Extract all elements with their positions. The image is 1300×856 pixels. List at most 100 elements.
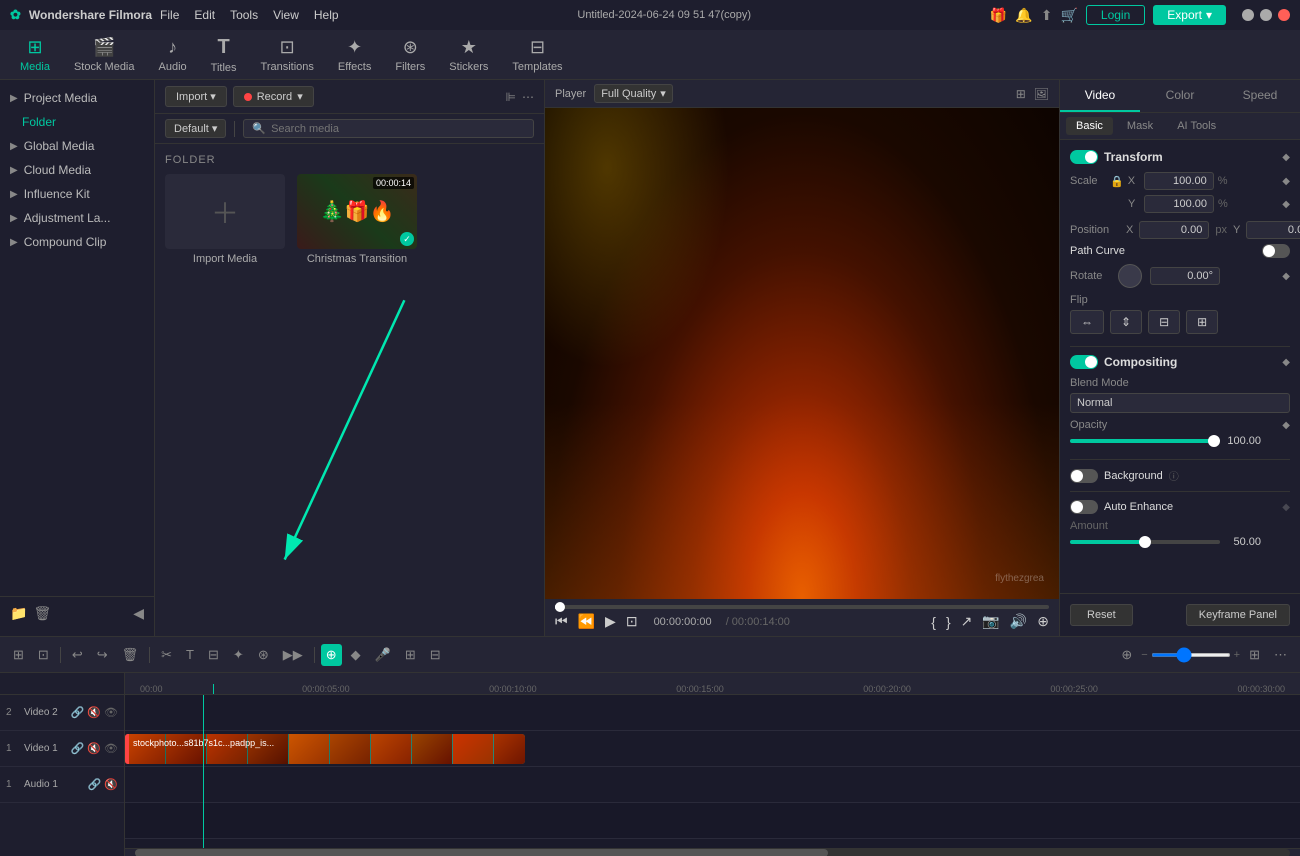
sidebar-item-folder[interactable]: Folder [0,110,154,134]
timeline-text-button[interactable]: T [181,644,199,665]
sidebar-item-global-media[interactable]: ▶ Global Media [0,134,154,158]
sidebar-item-project-media[interactable]: ▶ Project Media [0,86,154,110]
flip-horizontal-button[interactable]: ⇔ [1070,310,1104,334]
transform-toggle[interactable] [1070,150,1098,164]
extract-button[interactable]: ↗ [961,613,973,630]
menu-help[interactable]: Help [314,8,339,22]
timeline-scene-button[interactable]: ⊡ [33,644,54,666]
maximize-button[interactable] [1260,9,1272,21]
track-mute-icon[interactable]: 🔇 [87,706,101,719]
timeline-marker-button[interactable]: ◆ [346,644,366,666]
import-media-box[interactable]: ＋ [165,174,285,249]
rotate-input[interactable] [1150,267,1220,285]
rotate-keyframe-icon[interactable]: ◆ [1282,271,1290,282]
sidebar-item-adjustment[interactable]: ▶ Adjustment La... [0,206,154,230]
share-icon[interactable]: ⬆ [1041,7,1053,24]
menu-view[interactable]: View [273,8,299,22]
mark-in-button[interactable]: { [931,614,936,630]
gift-icon[interactable]: 🎁 [990,7,1007,24]
timeline-snap-button[interactable]: ⊕ [321,644,342,666]
rotate-dial[interactable] [1118,264,1142,288]
amount-slider[interactable] [1070,540,1220,544]
lock-scale-icon[interactable]: 🔒 [1110,175,1124,188]
sidebar-item-influence-kit[interactable]: ▶ Influence Kit [0,182,154,206]
mark-out-button[interactable]: } [946,614,951,630]
track-link-icon[interactable]: 🔗 [71,706,85,719]
bell-icon[interactable]: 🔔 [1015,7,1032,24]
quality-dropdown[interactable]: Full Quality ▾ [594,84,673,103]
timeline-undo-button[interactable]: ↩ [67,644,88,666]
track-mute3-icon[interactable]: 🔇 [104,778,118,791]
timeline-more-button[interactable]: ▶▶ [278,644,308,666]
add-folder-icon[interactable]: 📁 [10,605,27,622]
import-media-item[interactable]: ＋ Import Media [165,174,285,265]
playhead[interactable] [203,695,204,848]
position-y-input[interactable] [1246,221,1300,239]
screenshot-button[interactable]: 📷 [982,613,999,630]
subtab-basic[interactable]: Basic [1066,117,1113,135]
christmas-transition-item[interactable]: 🎄🎁🔥 00:00:14 ✓ Christmas Transition [297,174,417,265]
timeline-grid-button[interactable]: ⊞ [1244,644,1265,666]
toolbar-effects[interactable]: ✦ Effects [328,33,381,77]
minimize-button[interactable] [1242,9,1254,21]
compositing-keyframe-icon[interactable]: ◆ [1282,357,1290,368]
play-button[interactable]: ▶ [605,613,616,630]
timeline-effect-button[interactable]: ✦ [228,644,249,666]
collapse-panel-icon[interactable]: ◀ [133,605,144,622]
auto-enhance-toggle[interactable] [1070,500,1098,514]
subtab-ai-tools[interactable]: AI Tools [1167,117,1226,135]
timeline-crop-button[interactable]: ⊟ [203,644,224,666]
store-icon[interactable]: 🛒 [1060,7,1077,24]
position-x-input[interactable] [1139,221,1209,239]
auto-enhance-keyframe-icon[interactable]: ◆ [1282,502,1290,513]
reset-button[interactable]: Reset [1070,604,1133,626]
timeline-redo-button[interactable]: ↪ [92,644,113,666]
scale-y-keyframe-icon[interactable]: ◆ [1282,199,1290,210]
more-options-icon[interactable]: ⋯ [522,90,534,104]
import-button[interactable]: Import ▾ [165,86,227,107]
zoom-plus-icon[interactable]: + [1234,649,1240,661]
record-button[interactable]: Record ▾ [233,86,314,107]
track-link2-icon[interactable]: 🔗 [71,742,85,755]
timeline-delete-button[interactable]: 🗑 [117,644,144,666]
timeline-add-track-button[interactable]: ⊞ [8,644,29,666]
skip-back-button[interactable]: ⏮ [555,613,568,630]
volume-button[interactable]: 🔊 [1010,613,1027,630]
toolbar-titles[interactable]: T Titles [201,32,247,78]
search-input[interactable] [271,123,525,135]
track-eye-icon[interactable]: 👁 [104,706,118,719]
zoom-minus-icon[interactable]: − [1141,649,1147,661]
flip-v-alt-button[interactable]: ⊞ [1186,310,1218,334]
timeline-voice-button[interactable]: 🎤 [370,644,396,666]
toolbar-media[interactable]: ⊞ Media [10,33,60,77]
flip-h-alt-button[interactable]: ⊟ [1148,310,1180,334]
progress-bar[interactable] [555,605,1049,609]
track-eye2-icon[interactable]: 👁 [104,742,118,755]
sidebar-item-compound-clip[interactable]: ▶ Compound Clip [0,230,154,254]
scale-x-input[interactable] [1144,172,1214,190]
fullscreen-button[interactable]: ⊡ [626,613,638,630]
tab-video[interactable]: Video [1060,80,1140,112]
opacity-slider[interactable] [1070,439,1220,443]
keyframe-panel-button[interactable]: Keyframe Panel [1186,604,1290,626]
snapshot-icon[interactable]: 🖼 [1034,87,1049,101]
blend-mode-select[interactable]: Normal [1070,393,1290,413]
timeline-clip[interactable]: stockphoto...s81b7s1c...padpp_is... [125,734,525,764]
path-curve-toggle[interactable] [1262,244,1290,258]
timeline-speed-button[interactable]: ⊛ [253,644,274,666]
close-button[interactable] [1278,9,1290,21]
step-back-button[interactable]: ⏪ [578,613,595,630]
toolbar-transitions[interactable]: ⊡ Transitions [251,33,324,77]
scrollbar-thumb[interactable] [135,849,828,856]
scale-y-input[interactable] [1144,195,1214,213]
grid-view-icon[interactable]: ⊞ [1016,87,1026,101]
compositing-toggle[interactable] [1070,355,1098,369]
opacity-keyframe-icon[interactable]: ◆ [1282,420,1290,431]
export-button[interactable]: Export ▾ [1153,5,1226,25]
timeline-settings-button[interactable]: ⋯ [1269,644,1292,666]
track-mute2-icon[interactable]: 🔇 [87,742,101,755]
background-toggle[interactable] [1070,469,1098,483]
menu-file[interactable]: File [160,8,179,22]
menu-tools[interactable]: Tools [230,8,258,22]
scale-x-keyframe-icon[interactable]: ◆ [1282,176,1290,187]
